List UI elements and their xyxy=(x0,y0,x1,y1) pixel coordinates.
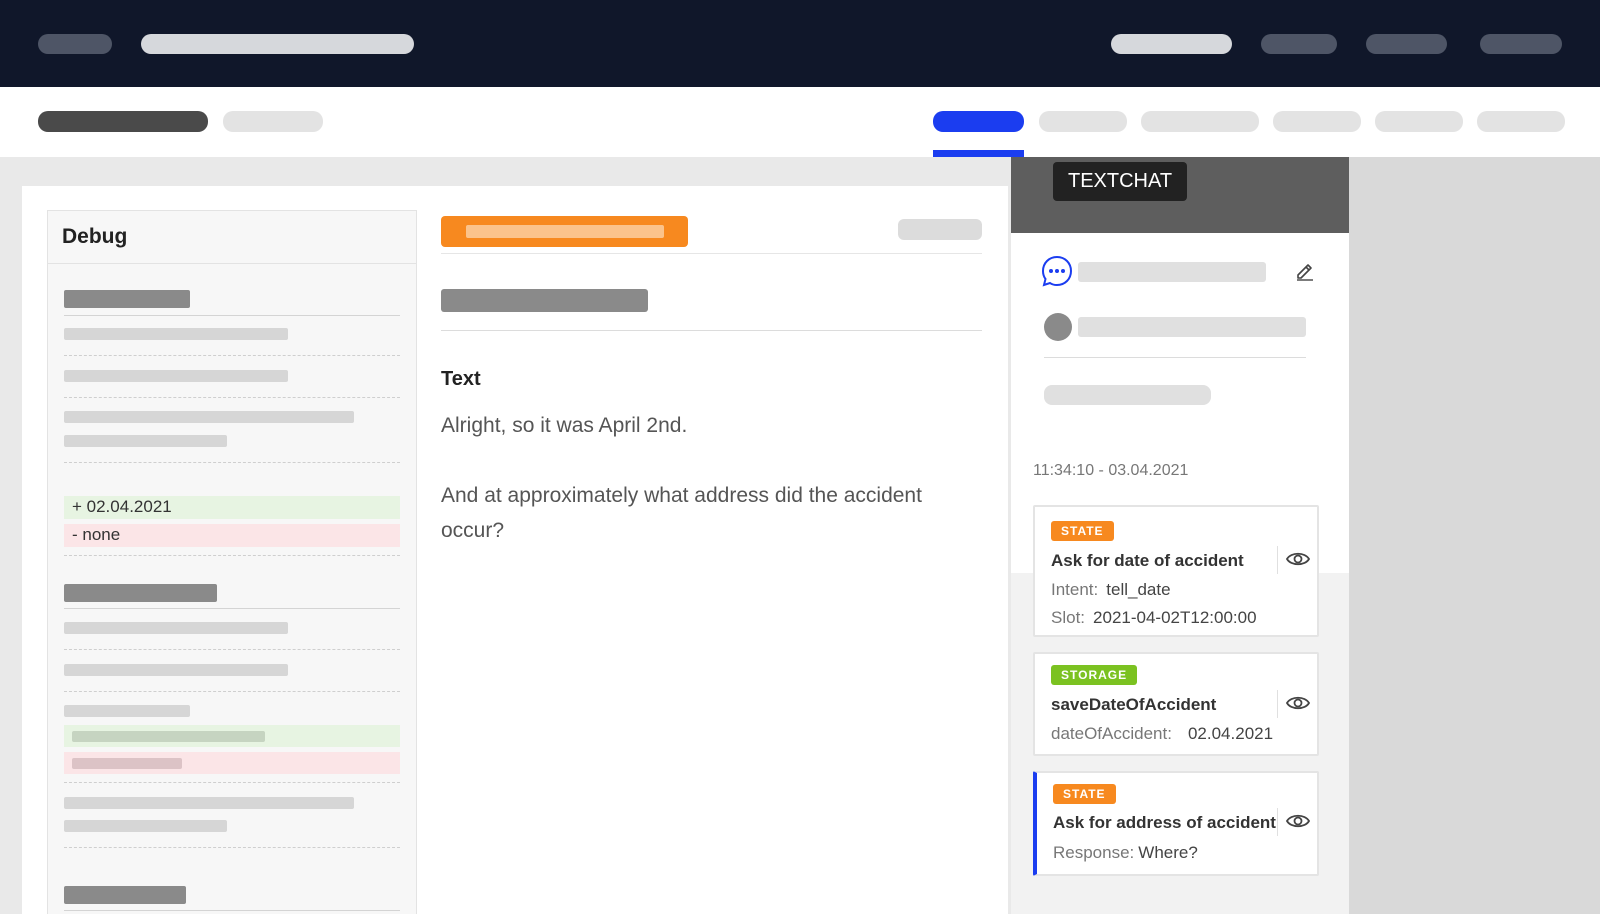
debug-line-placeholder xyxy=(64,622,288,634)
node-meta-placeholder xyxy=(898,219,982,240)
tab-3-placeholder[interactable] xyxy=(1141,111,1259,132)
breadcrumb-primary-placeholder[interactable] xyxy=(38,111,208,132)
row-value: 02.04.2021 xyxy=(1187,724,1274,743)
eye-icon[interactable] xyxy=(1285,549,1311,569)
debug-line-placeholder xyxy=(64,435,227,447)
debug-line-placeholder xyxy=(64,797,354,809)
chat-bubble-icon xyxy=(1041,255,1073,287)
diff-added-line: + 02.04.2021 xyxy=(64,496,400,519)
eye-icon[interactable] xyxy=(1285,811,1311,831)
diff-added-text-placeholder xyxy=(72,731,265,742)
card-title: saveDateOfAccident xyxy=(1051,695,1217,714)
row-value: Where? xyxy=(1138,843,1198,862)
node-name-placeholder xyxy=(441,289,648,312)
diff-removed-line: - none xyxy=(64,524,400,547)
pencil-icon[interactable] xyxy=(1294,259,1316,281)
debug-line-placeholder xyxy=(64,370,288,382)
nav-item-3-placeholder[interactable] xyxy=(1366,34,1447,54)
sub-navbar xyxy=(0,87,1600,157)
debug-line-placeholder xyxy=(64,664,288,676)
tab-6-placeholder[interactable] xyxy=(1477,111,1565,132)
text-section-label: Text xyxy=(441,368,481,390)
card-row: Response: Where? xyxy=(1053,843,1198,863)
divider xyxy=(64,649,400,650)
storage-badge: STORAGE xyxy=(1051,665,1138,685)
row-value: tell_date xyxy=(1106,580,1171,599)
eye-icon[interactable] xyxy=(1285,693,1311,713)
section-heading-placeholder xyxy=(64,290,190,308)
divider xyxy=(441,330,982,331)
avatar xyxy=(1044,313,1072,341)
debug-title: Debug xyxy=(62,225,128,248)
card-title: Ask for date of accident xyxy=(1051,551,1244,570)
card-title: Ask for address of accident xyxy=(1053,813,1276,832)
textchat-label: TEXTCHAT xyxy=(1053,162,1188,201)
divider xyxy=(64,397,400,398)
background-area xyxy=(1349,157,1600,914)
row-key: Response: xyxy=(1053,843,1135,862)
tab-5-placeholder[interactable] xyxy=(1375,111,1463,132)
divider xyxy=(1277,808,1278,836)
divider xyxy=(64,691,400,692)
diff-removed-text-placeholder xyxy=(72,758,182,769)
tab-2-placeholder[interactable] xyxy=(1039,111,1127,132)
state-badge: STATE xyxy=(1053,784,1116,804)
divider xyxy=(64,782,400,783)
card-row: Slot: 2021-04-02T12:00:00 xyxy=(1051,608,1257,628)
divider xyxy=(64,847,400,848)
row-value: 2021-04-02T12:00:00 xyxy=(1093,608,1257,627)
user-name-placeholder xyxy=(1078,317,1306,337)
card-row: Intent: tell_date xyxy=(1051,580,1171,600)
nav-item-1-placeholder[interactable] xyxy=(1111,34,1232,54)
row-key: dateOfAccident: xyxy=(1051,724,1172,743)
breadcrumb-secondary-placeholder[interactable] xyxy=(223,111,323,132)
log-card-state-active[interactable]: STATE Ask for address of accident Respon… xyxy=(1033,771,1319,876)
divider xyxy=(1277,546,1278,574)
tab-active-underline xyxy=(933,150,1024,157)
log-card-state[interactable]: STATE Ask for date of accident Intent: te… xyxy=(1033,505,1319,637)
debug-line-placeholder xyxy=(64,820,227,832)
debug-line-placeholder xyxy=(64,411,354,423)
divider xyxy=(64,355,400,356)
session-name-placeholder xyxy=(1078,262,1266,282)
divider xyxy=(64,910,400,911)
project-name-placeholder[interactable] xyxy=(141,34,414,54)
section-heading-placeholder xyxy=(64,886,186,904)
node-type-text-placeholder xyxy=(466,225,664,238)
card-row: dateOfAccident: 02.04.2021 xyxy=(1051,724,1273,744)
row-key: Intent: xyxy=(1051,580,1099,599)
divider xyxy=(64,555,400,556)
debug-line-placeholder xyxy=(64,328,288,340)
app-logo-placeholder[interactable] xyxy=(38,34,112,54)
session-meta-placeholder xyxy=(1044,385,1211,405)
row-key: Slot: xyxy=(1051,608,1086,627)
divider xyxy=(64,608,400,609)
message-line-1: Alright, so it was April 2nd. xyxy=(441,414,688,437)
log-timestamp: 11:34:10 - 03.04.2021 xyxy=(1033,462,1189,479)
section-heading-placeholder xyxy=(64,584,217,602)
debug-panel: Debug + 02.04.2021 - none xyxy=(47,210,417,914)
panel-header: TEXTCHAT xyxy=(1011,157,1349,233)
state-badge: STATE xyxy=(1051,521,1114,541)
nav-item-2-placeholder[interactable] xyxy=(1261,34,1337,54)
divider xyxy=(64,462,400,463)
divider xyxy=(48,263,416,264)
textchat-panel: TEXTCHAT 11:34:10 - 03.04.2021 STATE Ask… xyxy=(1011,157,1349,914)
log-card-storage[interactable]: STORAGE saveDateOfAccident dateOfAcciden… xyxy=(1033,652,1319,756)
tab-4-placeholder[interactable] xyxy=(1273,111,1361,132)
debug-line-placeholder xyxy=(64,705,190,717)
divider xyxy=(1277,690,1278,718)
top-navbar xyxy=(0,0,1600,87)
divider xyxy=(1044,357,1306,358)
divider xyxy=(64,315,400,316)
nav-item-4-placeholder[interactable] xyxy=(1480,34,1562,54)
tab-active[interactable] xyxy=(933,111,1024,132)
divider xyxy=(441,253,982,254)
message-line-2: And at approximately what address did th… xyxy=(441,484,922,542)
